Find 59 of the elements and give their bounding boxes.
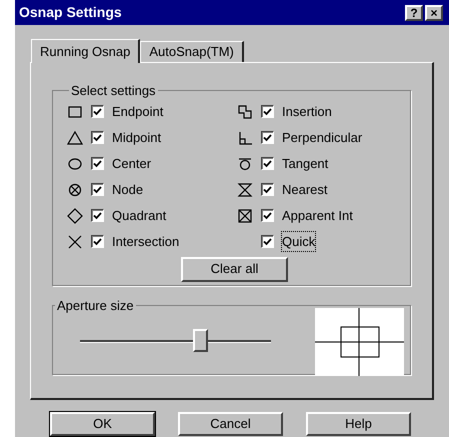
checkbox[interactable] (91, 157, 104, 170)
group-title: Aperture size (56, 297, 135, 315)
hourglass-icon (237, 182, 253, 198)
checkbox-label: Intersection (112, 232, 180, 251)
checkbox[interactable] (91, 183, 104, 196)
checkbox-label: Center (112, 154, 152, 173)
checkbox-label: Quadrant (112, 206, 166, 225)
checkbox[interactable] (261, 183, 274, 196)
crossed-square-icon (237, 208, 253, 224)
slider-thumb[interactable] (193, 329, 208, 352)
group-title: Select settings (70, 82, 157, 100)
checkbox[interactable] (261, 209, 274, 222)
check-icon (93, 108, 102, 116)
checkbox-label: Endpoint (112, 102, 164, 121)
checkbox-label: Midpoint (112, 128, 162, 147)
check-icon (263, 212, 272, 220)
check-icon (263, 160, 272, 168)
close-button[interactable]: × (425, 4, 443, 20)
checkbox-label: Insertion (282, 102, 332, 121)
crossed-circle-icon (67, 182, 83, 198)
window-title: Osnap Settings (19, 3, 122, 22)
checkbox-label: Node (112, 180, 144, 199)
tab[interactable]: Running Osnap (31, 39, 140, 63)
dialog-button[interactable]: Cancel (178, 412, 283, 436)
checkbox[interactable] (261, 235, 274, 248)
help-button[interactable]: ? (405, 4, 423, 20)
check-icon (263, 108, 272, 116)
checkbox-label: Apparent Int (282, 206, 353, 225)
checkbox-label: Tangent (282, 154, 328, 173)
tangent-icon (237, 156, 253, 172)
clear-all-button[interactable]: Clear all (181, 256, 288, 282)
insertion-icon (237, 104, 253, 120)
check-icon (263, 238, 272, 246)
check-icon (263, 134, 272, 142)
perpendicular-icon (237, 130, 253, 146)
tab[interactable]: AutoSnap(TM) (140, 41, 244, 62)
checkbox[interactable] (261, 105, 274, 118)
check-icon (93, 160, 102, 168)
check-icon (93, 134, 102, 142)
check-icon (93, 186, 102, 194)
check-icon (263, 186, 272, 194)
triangle-icon (67, 130, 83, 146)
checkbox[interactable] (261, 131, 274, 144)
square-icon (67, 104, 83, 120)
checkbox[interactable] (261, 157, 274, 170)
checkbox-label: Quick (282, 232, 316, 252)
checkbox[interactable] (91, 209, 104, 222)
circle-icon (67, 156, 83, 172)
dialog-button[interactable]: OK (50, 412, 155, 436)
checkbox[interactable] (91, 105, 104, 118)
check-icon (93, 238, 102, 246)
dialog-button[interactable]: Help (306, 412, 411, 436)
checkbox[interactable] (91, 131, 104, 144)
checkbox[interactable] (91, 235, 104, 248)
diamond-icon (67, 208, 83, 224)
checkbox-label: Perpendicular (282, 128, 362, 147)
check-icon (93, 212, 102, 220)
checkbox-label: Nearest (282, 180, 328, 199)
cross-icon (67, 234, 83, 250)
